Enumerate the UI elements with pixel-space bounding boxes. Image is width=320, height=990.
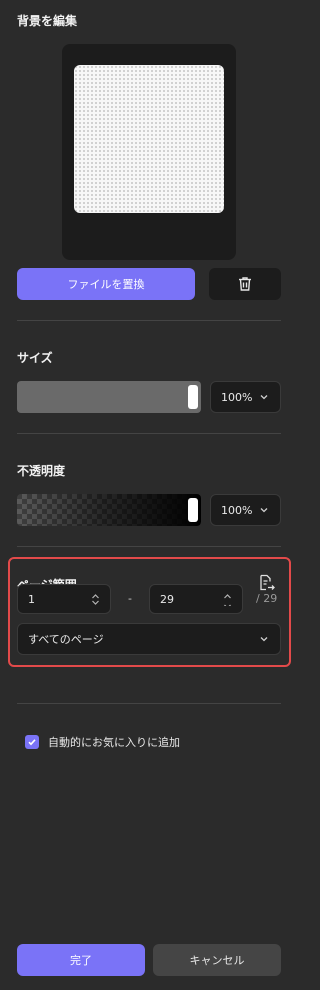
page-to-input[interactable]: 29: [149, 584, 243, 614]
page-to-value: 29: [160, 592, 174, 606]
background-section-title: 背景を編集: [17, 14, 78, 28]
page-from-input[interactable]: 1: [17, 584, 111, 614]
size-slider-thumb[interactable]: [188, 385, 198, 409]
page-selection-select[interactable]: すべてのページ: [17, 623, 281, 655]
page-swap-button[interactable]: [256, 573, 276, 593]
page-total: / 29: [256, 592, 278, 605]
check-icon: [28, 739, 36, 746]
divider: [17, 433, 281, 434]
spin-up-icon[interactable]: [223, 593, 232, 599]
chevron-down-icon: [260, 395, 268, 400]
page-range-separator: -: [128, 592, 132, 605]
page-from-value: 1: [28, 592, 35, 606]
opacity-percent-value: 100%: [221, 503, 253, 517]
opacity-percent-select[interactable]: 100%: [210, 494, 281, 526]
spin-up-icon[interactable]: [91, 593, 100, 599]
opacity-slider-thumb[interactable]: [188, 498, 198, 522]
cancel-button[interactable]: キャンセル: [153, 944, 281, 976]
chevron-down-icon: [260, 637, 268, 642]
favorites-checkbox[interactable]: [25, 735, 39, 749]
opacity-section-title: 不透明度: [17, 464, 66, 478]
trash-icon: [239, 277, 251, 291]
divider: [17, 546, 281, 547]
opacity-gradient: [17, 494, 201, 526]
size-percent-value: 100%: [221, 390, 253, 404]
page-selection-value: すべてのページ: [28, 633, 104, 646]
delete-background-button[interactable]: [209, 268, 281, 300]
spin-down-icon[interactable]: [91, 600, 100, 606]
size-percent-select[interactable]: 100%: [210, 381, 281, 413]
replace-file-button[interactable]: ファイルを置換: [17, 268, 195, 300]
chevron-down-icon: [260, 508, 268, 513]
divider: [17, 320, 281, 321]
size-section-title: サイズ: [17, 351, 53, 365]
divider: [17, 703, 281, 704]
page-swap-icon: [260, 574, 275, 591]
background-preview-image: [74, 65, 224, 213]
spin-down-icon[interactable]: [223, 600, 232, 606]
opacity-slider[interactable]: [17, 494, 201, 526]
favorites-label: 自動的にお気に入りに追加: [48, 736, 180, 749]
done-button[interactable]: 完了: [17, 944, 145, 976]
background-preview: [62, 44, 236, 260]
add-to-favorites-option[interactable]: 自動的にお気に入りに追加: [25, 734, 180, 750]
size-slider[interactable]: [17, 381, 201, 413]
